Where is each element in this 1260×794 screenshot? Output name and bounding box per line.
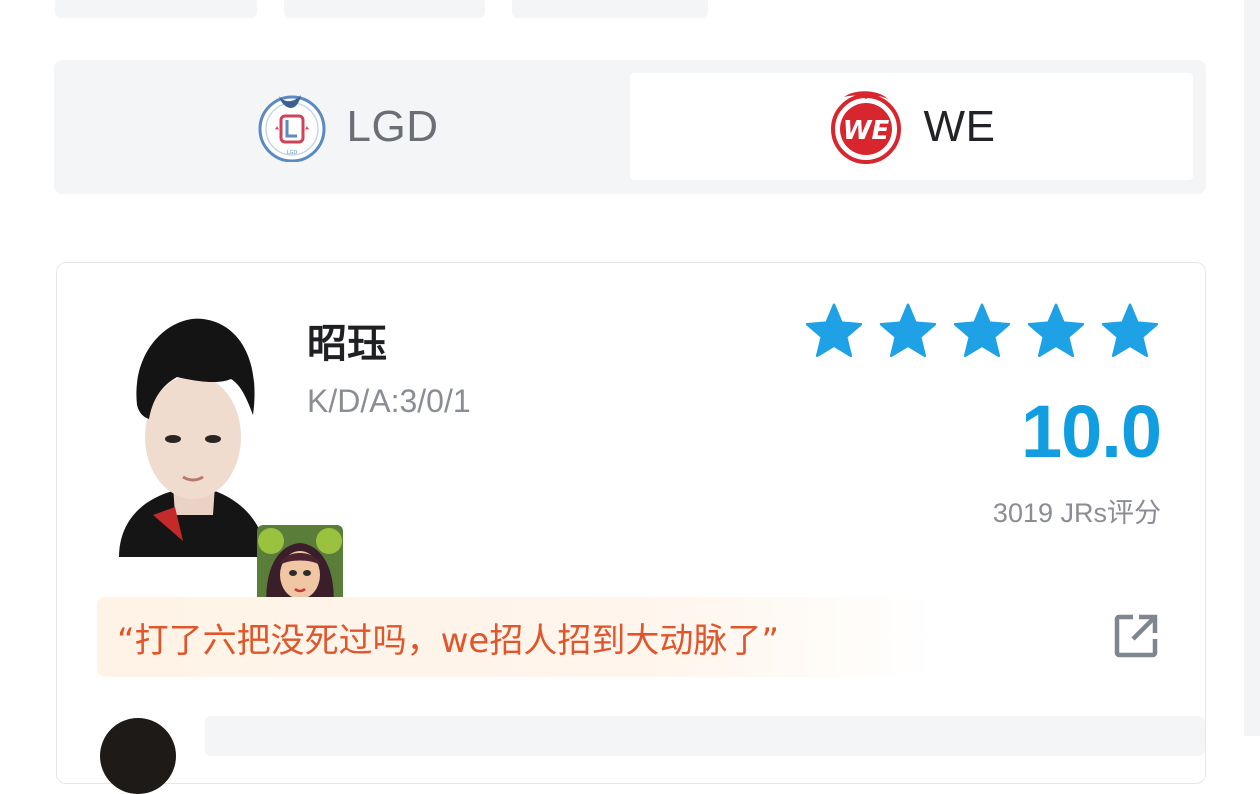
filter-chip[interactable] — [284, 0, 485, 18]
player-rating-card[interactable]: 昭珏 K/D/A:3/0/1 10.0 3019 JRs评分 “打了六把没死过吗… — [56, 262, 1206, 784]
hot-comment[interactable]: “打了六把没死过吗，we招人招到大动脉了” — [97, 597, 937, 677]
svg-text:LGD: LGD — [286, 150, 297, 156]
star-icon[interactable] — [803, 301, 865, 363]
external-link-icon[interactable] — [1113, 613, 1159, 659]
team-switcher: LGD LGD WE WE — [54, 60, 1206, 194]
rating-count: 3019 JRs评分 — [992, 498, 1161, 528]
star-icon[interactable] — [951, 301, 1013, 363]
lgd-logo-icon: LGD — [258, 94, 325, 162]
filter-chip[interactable] — [55, 0, 257, 18]
player-avatar — [119, 318, 267, 557]
scrollbar[interactable] — [1244, 0, 1260, 736]
next-player-avatar — [100, 718, 176, 794]
star-icon[interactable] — [1099, 301, 1161, 363]
star-rating[interactable] — [803, 301, 1161, 363]
player-name: 昭珏 — [307, 321, 387, 367]
team-name-lgd: LGD — [346, 101, 439, 151]
tab-team-we[interactable]: WE WE — [630, 73, 1193, 180]
tab-team-lgd[interactable]: LGD LGD — [66, 73, 629, 180]
star-icon[interactable] — [877, 301, 939, 363]
player-kda: K/D/A:3/0/1 — [307, 383, 471, 419]
filter-chips — [0, 0, 1260, 20]
player-score: 10.0 — [1020, 390, 1162, 473]
star-icon[interactable] — [1025, 301, 1087, 363]
hot-comment-text: “打了六把没死过吗，we招人招到大动脉了” — [117, 620, 779, 661]
we-logo-icon: WE — [830, 90, 901, 164]
next-comment-bar[interactable] — [205, 716, 1205, 756]
team-name-we: WE — [923, 101, 996, 151]
player-avatar-group — [113, 309, 343, 611]
svg-text:WE: WE — [842, 116, 889, 146]
filter-chip[interactable] — [512, 0, 708, 18]
